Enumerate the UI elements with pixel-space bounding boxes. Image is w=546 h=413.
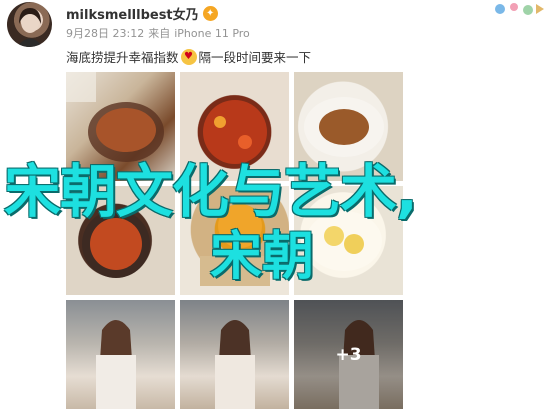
food-plate-photo-3 [304, 97, 384, 157]
photo-5[interactable] [180, 186, 289, 295]
photo-9[interactable]: +3 [294, 300, 403, 409]
more-photos-count: +3 [335, 344, 362, 365]
photo-8[interactable] [180, 300, 289, 409]
heart-eyes-emoji-icon: ♥ [180, 48, 197, 65]
food-photo-5 [200, 204, 270, 286]
username[interactable]: milksmelllbest女乃 ✦ [66, 4, 218, 23]
hotpot-photo-2 [203, 100, 267, 164]
post-device: iPhone 11 Pro [174, 27, 250, 40]
vip-badge-icon: ✦ [202, 6, 218, 21]
post-content: 海底捞提升幸福指数 ♥ 隔一段时间要来一下 [66, 47, 311, 66]
user-avatar[interactable] [7, 2, 52, 47]
post-text-part1: 海底捞提升幸福指数 [66, 50, 179, 65]
photo-grid: +3 [66, 72, 404, 413]
woman-photo-7 [96, 320, 136, 409]
woman-photo-8 [215, 320, 255, 409]
photo-7[interactable] [66, 300, 175, 409]
username-text[interactable]: milksmelllbest女乃 [66, 4, 199, 23]
post-text-part2: 隔一段时间要来一下 [198, 50, 312, 65]
hotpot-photo-1 [66, 72, 164, 162]
photo-1[interactable] [66, 72, 175, 181]
fruit-plate-photo-6 [306, 211, 382, 271]
post-meta: 9月28日 23:12 来自 iPhone 11 Pro [66, 25, 250, 41]
post-date: 9月28日 23:12 [66, 27, 145, 40]
more-photos-overlay[interactable]: +3 [294, 300, 403, 409]
avatar-portrait [17, 8, 43, 47]
photo-2[interactable] [180, 72, 289, 181]
decoration-icon [495, 3, 544, 15]
photo-6[interactable] [294, 186, 403, 295]
photo-3[interactable] [294, 72, 403, 181]
source-prefix: 来自 [148, 27, 171, 40]
photo-4[interactable] [66, 186, 175, 295]
hotpot-photo-4 [82, 210, 150, 278]
